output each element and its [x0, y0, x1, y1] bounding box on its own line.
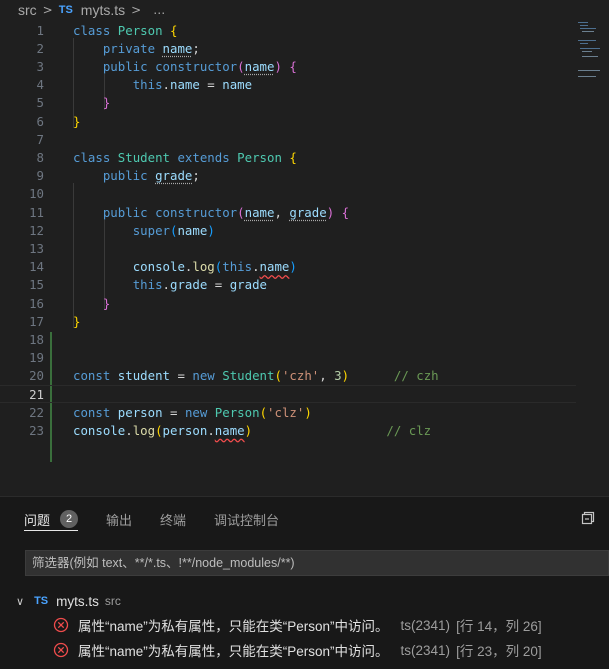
line-number: 13	[29, 240, 44, 256]
line-number: 10	[29, 186, 44, 202]
problems-filter-input[interactable]: 筛选器(例如 text、**/*.ts、!**/node_modules/**)	[25, 550, 609, 576]
minimap[interactable]	[576, 20, 602, 80]
problems-count-badge: 2	[60, 510, 79, 528]
code-line[interactable]: 3 public constructor(name) {	[0, 57, 576, 75]
line-number: 7	[36, 131, 44, 147]
line-number: 18	[29, 331, 44, 347]
editor-scrollbar[interactable]	[602, 20, 609, 496]
code-line[interactable]: 11 public constructor(name, grade) {	[0, 203, 576, 221]
code-line[interactable]: 19	[0, 349, 576, 367]
minimap-line	[580, 25, 588, 26]
code-editor[interactable]: 1 class Person { 2 private name; 3 public…	[0, 20, 609, 496]
tab-output[interactable]: 输出	[106, 497, 132, 541]
chevron-right-icon: >	[42, 3, 53, 17]
tab-terminal[interactable]: 终端	[160, 497, 186, 541]
problem-item[interactable]: 属性“name”为私有属性，只能在类“Person”中访问。 ts(2341) …	[53, 614, 542, 636]
problem-source: ts(2341)	[400, 642, 451, 658]
code-line[interactable]: 13	[0, 239, 576, 257]
line-number: 22	[29, 404, 44, 420]
code-line[interactable]: 14 console.log(this.name)	[0, 258, 576, 276]
minimap-line	[582, 31, 594, 32]
line-number: 11	[29, 204, 44, 220]
tab-label: 问题	[24, 512, 51, 528]
breadcrumb-folder[interactable]: src	[18, 2, 37, 18]
line-number: 9	[36, 168, 44, 184]
code-line[interactable]: 16 }	[0, 294, 576, 312]
line-number: 3	[36, 58, 44, 74]
chevron-down-icon[interactable]: ∨	[16, 595, 24, 608]
minimap-line	[580, 28, 596, 29]
code-line[interactable]: 10	[0, 185, 576, 203]
code-line-current[interactable]: 21	[0, 385, 576, 404]
code-line[interactable]: 1 class Person {	[0, 21, 576, 39]
chevron-right-icon[interactable]: >	[131, 3, 141, 17]
minimap-line	[580, 48, 600, 49]
problem-source: ts(2341)	[400, 617, 451, 633]
code-line[interactable]: 9 public grade;	[0, 167, 576, 185]
line-number: 5	[36, 95, 44, 111]
line-number: 4	[36, 77, 44, 93]
tab-debug-console[interactable]: 调试控制台	[214, 497, 279, 541]
problems-file-group[interactable]: ∨ TS myts.ts src	[16, 591, 121, 611]
tab-problems[interactable]: 问题 2	[24, 497, 79, 541]
code-line[interactable]: 18	[0, 330, 576, 348]
code-line[interactable]: 12 super(name)	[0, 221, 576, 239]
code-line[interactable]: 15 this.grade = grade	[0, 276, 576, 294]
code-line[interactable]: 6}	[0, 112, 576, 130]
problem-file-dir: src	[104, 594, 121, 608]
problem-message: 属性“name”为私有属性，只能在类“Person”中访问。	[78, 644, 389, 659]
breadcrumb-file[interactable]: myts.ts	[81, 2, 125, 18]
typescript-file-icon: TS	[58, 4, 73, 16]
problem-item[interactable]: 属性“name”为私有属性，只能在类“Person”中访问。 ts(2341) …	[53, 639, 542, 661]
minimap-line	[580, 43, 588, 44]
collapse-all-icon[interactable]	[581, 511, 595, 525]
breadcrumb-more[interactable]: …	[153, 3, 165, 17]
error-icon	[53, 617, 69, 633]
line-number: 14	[29, 259, 44, 275]
minimap-line	[578, 22, 588, 23]
code-line[interactable]: 4 this.name = name	[0, 76, 576, 94]
minimap-line	[578, 40, 596, 41]
bottom-panel: 问题 2 输出 终端 调试控制台 筛选器(例如 text、**/*.ts、!**…	[0, 496, 609, 669]
minimap-line	[578, 70, 600, 71]
typescript-file-icon: TS	[34, 595, 49, 607]
code-line[interactable]: 2 private name;	[0, 39, 576, 57]
panel-tabs: 问题 2 输出 终端 调试控制台	[0, 497, 609, 541]
line-number: 19	[29, 350, 44, 366]
error-icon	[53, 642, 69, 658]
minimap-line	[582, 56, 598, 57]
code-line[interactable]: 7	[0, 130, 576, 148]
line-number: 17	[29, 313, 44, 329]
problem-location: [行 14，列 26]	[456, 619, 542, 634]
problem-location: [行 23，列 20]	[456, 644, 542, 659]
line-number: 15	[29, 277, 44, 293]
line-number: 12	[29, 222, 44, 238]
line-number: 6	[36, 113, 44, 129]
code-line[interactable]: 17}	[0, 312, 576, 330]
problem-file-name: myts.ts	[56, 593, 99, 609]
minimap-line	[582, 51, 592, 52]
tab-label: 输出	[106, 512, 133, 528]
problem-message: 属性“name”为私有属性，只能在类“Person”中访问。	[78, 619, 389, 634]
code-line[interactable]: 20 const student = new Student('czh', 3) …	[0, 367, 576, 385]
code-line[interactable]: 8 class Student extends Person {	[0, 148, 576, 166]
code-line[interactable]: 22 const person = new Person('clz')	[0, 403, 576, 421]
tab-label: 终端	[160, 512, 187, 528]
breadcrumb: src > TS myts.ts > …	[0, 0, 609, 20]
line-number: 20	[29, 368, 44, 384]
tab-label: 调试控制台	[214, 512, 280, 528]
line-number: 16	[29, 295, 44, 311]
code-line[interactable]: 5 }	[0, 94, 576, 112]
line-number: 2	[36, 40, 44, 56]
code-line[interactable]: 23 console.log(person.name) // clz	[0, 421, 576, 439]
line-number: 21	[29, 386, 44, 402]
line-number: 23	[29, 422, 44, 438]
minimap-line	[578, 76, 596, 77]
line-number: 8	[36, 149, 44, 165]
line-number: 1	[36, 22, 44, 38]
